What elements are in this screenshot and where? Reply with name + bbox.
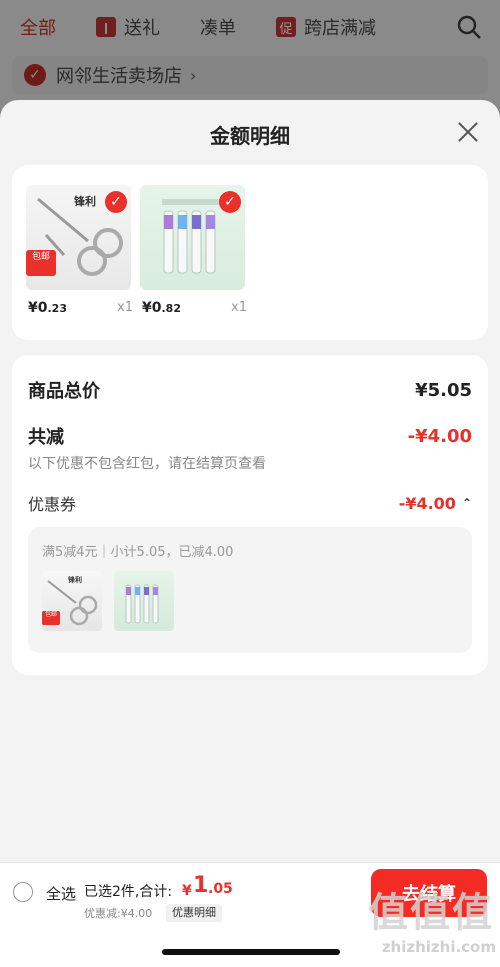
select-all-label[interactable]: 全选 [46,883,76,904]
tab-bundle[interactable]: 凑单 [200,14,236,40]
selected-count: 已选2件,合计: [84,884,173,900]
background-page: 全部 送礼 凑单 促 跨店满减 ✓ 网邻生活卖场店 › [0,0,500,110]
product-quantity: x1 [117,300,133,315]
product-quantity: x1 [231,300,247,315]
mini-product-toothbrush [114,571,174,631]
price-main: ¥0 [28,300,48,316]
close-icon[interactable] [456,120,480,144]
check-icon: ✓ [24,64,46,86]
search-icon[interactable] [456,14,482,40]
discount-note: 以下优惠不包含红包，请在结算页查看 [28,456,266,472]
tab-cross-store[interactable]: 促 跨店满减 [276,14,376,40]
discount-detail-button[interactable]: 优惠明细 [166,904,222,922]
price-main: ¥0 [142,300,162,316]
coupon-rule: 满5减4元｜小计5.05，已减4.00 [42,545,234,560]
reduce-value: -¥4.00 [407,425,472,447]
coupon-detail-box: 满5减4元｜小计5.05，已减4.00 锋利 包邮 [28,527,472,653]
coupon-row[interactable]: 优惠券 -¥4.00 ⌃ [28,491,472,515]
sum-integer: 1 [193,873,209,898]
product-item[interactable]: 锋利 包邮 ✓ ¥0.23 x1 [26,185,133,316]
shop-row[interactable]: ✓ 网邻生活卖场店 › [12,56,488,94]
promo-icon: 促 [276,17,296,37]
shop-name: 网邻生活卖场店 [56,66,182,87]
sheet-title: 金额明细 [210,124,290,148]
mini-product-scissors: 锋利 包邮 [42,571,102,631]
reduce-label: 共减 [28,427,64,448]
discount-amount: 优惠减:¥4.00 [84,907,153,920]
sum-decimal: .05 [208,881,233,897]
selected-check-icon[interactable]: ✓ [219,191,241,213]
total-value: ¥5.05 [415,379,472,401]
mini-free-shipping-tag: 包邮 [42,611,60,625]
chevron-right-icon: › [190,65,197,85]
gift-icon [96,17,116,37]
checkout-button[interactable]: 去结算 [371,869,487,917]
product-image-toothbrush: ✓ [140,185,245,290]
toothbrush-icon [125,584,159,624]
summary-card: 商品总价 ¥5.05 共减 -¥4.00 以下优惠不包含红包，请在结算页查看 优… [12,355,488,675]
price-decimal: .23 [47,302,67,315]
reduce-row: 共减 -¥4.00 [28,423,472,449]
mini-tag-text: 包邮 [44,611,57,618]
coupon-value-wrap: -¥4.00 ⌃ [399,494,472,513]
product-image-scissors: 锋利 包邮 ✓ [26,185,131,290]
total-label: 商品总价 [28,381,100,402]
tab-label: 送礼 [124,18,160,39]
tab-all[interactable]: 全部 [20,14,56,40]
coupon-label: 优惠券 [28,495,77,514]
sum-currency: ¥ [182,883,192,899]
selected-check-icon[interactable]: ✓ [105,191,127,213]
tab-gift[interactable]: 送礼 [96,14,160,40]
price-decimal: .82 [161,302,181,315]
product-price: ¥0.23 [28,300,67,316]
products-card: 锋利 包邮 ✓ ¥0.23 x1 ✓ ¥0.82 x1 [12,165,488,340]
free-shipping-tag: 包邮 [26,250,56,276]
amount-detail-sheet: 金额明细 锋利 包邮 ✓ ¥0.23 x1 ✓ ¥0.82 x1 商品总价 ¥5… [0,100,500,967]
tag-text: 包邮 [31,252,50,262]
tab-label: 跨店满减 [304,18,376,39]
tab-label: 凑单 [200,18,236,39]
product-price: ¥0.82 [142,300,181,316]
product-item[interactable]: ✓ ¥0.82 x1 [140,185,247,316]
coupon-value: -¥4.00 [398,493,456,513]
home-indicator [162,949,340,955]
tab-label: 全部 [20,18,56,39]
select-all-radio[interactable] [13,882,33,902]
chevron-up-icon[interactable]: ⌃ [462,496,472,510]
category-tabs: 全部 送礼 凑单 促 跨店满减 [0,0,500,54]
checkout-bar: 全选 已选2件,合计: ¥ 1 .05 优惠减:¥4.00 优惠明细 去结算 [0,862,500,967]
total-row: 商品总价 ¥5.05 [28,377,472,403]
